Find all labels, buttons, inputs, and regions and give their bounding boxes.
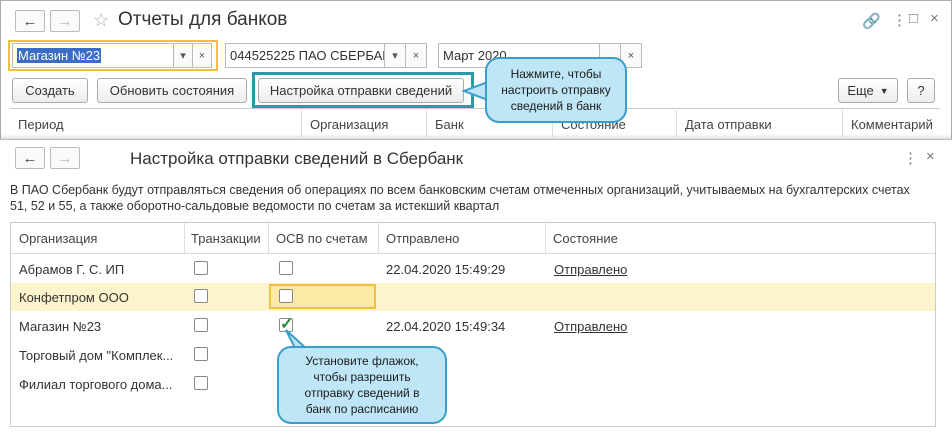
col-separator: [842, 110, 843, 137]
dialog-col-sent[interactable]: Отправлено: [386, 231, 459, 246]
main-col-organization[interactable]: Организация: [310, 117, 388, 132]
row-org: Конфетпром ООО: [19, 290, 129, 305]
page-title: Отчеты для банков: [118, 9, 288, 30]
row-org: Торговый дом "Комплек...: [19, 348, 174, 363]
more-button[interactable]: Еще ▼: [838, 78, 898, 103]
clear-icon: ×: [198, 49, 206, 62]
main-col-sent-date[interactable]: Дата отправки: [685, 117, 772, 132]
dialog-description: В ПАО Сбербанк будут отправляться сведен…: [10, 183, 910, 213]
dialog-back-button[interactable]: ←: [15, 147, 45, 169]
chevron-down-icon: ▾: [180, 50, 186, 62]
chevron-down-icon: ▾: [392, 50, 398, 62]
bank-filter-input[interactable]: 044525225 ПАО СБЕРБАНК: [225, 43, 385, 68]
dialog-col-osv[interactable]: ОСВ по счетам: [276, 231, 368, 246]
organization-filter-input[interactable]: Магазин №23: [12, 43, 174, 68]
row-sent: 22.04.2020 15:49:34: [386, 319, 506, 334]
bank-clear-button[interactable]: ×: [405, 43, 427, 68]
close-icon[interactable]: ×: [926, 148, 935, 165]
organization-filter-value: Магазин №23: [17, 48, 102, 63]
favorite-star-icon[interactable]: ☆: [93, 10, 109, 31]
row-org: Филиал торгового дома...: [19, 377, 173, 392]
transactions-checkbox[interactable]: [194, 289, 208, 303]
maximize-icon[interactable]: □: [909, 10, 918, 27]
bank-dropdown-button[interactable]: ▾: [384, 43, 406, 68]
kebab-menu-icon[interactable]: ⋮: [903, 149, 918, 167]
col-separator: [301, 110, 302, 137]
dialog-table-header-line: [11, 253, 935, 254]
more-button-label: Еще: [847, 83, 874, 98]
osv-checkbox[interactable]: [279, 261, 293, 275]
col-separator: [545, 223, 546, 253]
forward-button[interactable]: →: [50, 10, 80, 32]
table-row-selected[interactable]: [11, 283, 935, 311]
transactions-checkbox[interactable]: [194, 318, 208, 332]
dialog-forward-button[interactable]: →: [50, 147, 80, 169]
arrow-right-icon: →: [57, 12, 73, 30]
callout-top: Нажмите, чтобы настроить отправку сведен…: [485, 57, 627, 123]
osv-checkbox[interactable]: [279, 289, 293, 303]
row-org: Абрамов Г. С. ИП: [19, 262, 125, 277]
transactions-checkbox[interactable]: [194, 376, 208, 390]
send-settings-button[interactable]: Настройка отправки сведений: [258, 78, 464, 103]
row-status-link[interactable]: Отправлено: [554, 319, 627, 334]
refresh-status-button[interactable]: Обновить состояния: [97, 78, 247, 103]
dialog-title: Настройка отправки сведений в Сбербанк: [130, 149, 464, 168]
help-button[interactable]: ?: [907, 78, 935, 103]
main-col-bank[interactable]: Банк: [435, 117, 464, 132]
col-separator: [268, 223, 269, 253]
back-button[interactable]: ←: [15, 10, 45, 32]
close-icon[interactable]: ×: [930, 10, 939, 27]
create-button[interactable]: Создать: [12, 78, 88, 103]
dialog-col-status[interactable]: Состояние: [553, 231, 618, 246]
arrow-left-icon: ←: [22, 149, 38, 167]
dialog-col-organization[interactable]: Организация: [19, 231, 97, 246]
clear-icon: ×: [412, 49, 420, 62]
row-status-link[interactable]: Отправлено: [554, 262, 627, 277]
col-separator: [676, 110, 677, 137]
transactions-checkbox[interactable]: [194, 347, 208, 361]
col-separator: [378, 223, 379, 253]
main-col-period[interactable]: Период: [18, 117, 64, 132]
arrow-right-icon: →: [57, 149, 73, 167]
clear-icon: ×: [627, 49, 635, 62]
main-table-header: [10, 108, 940, 139]
organization-dropdown-button[interactable]: ▾: [173, 43, 193, 68]
bank-filter-value: 044525225 ПАО СБЕРБАНК: [230, 48, 385, 63]
col-separator: [184, 223, 185, 253]
row-sent: 22.04.2020 15:49:29: [386, 262, 506, 277]
dialog-col-transactions[interactable]: Транзакции: [191, 231, 261, 246]
row-org: Магазин №23: [19, 319, 102, 334]
link-icon[interactable]: 🔗: [862, 12, 881, 30]
kebab-menu-icon[interactable]: ⋮: [892, 11, 907, 29]
callout-bottom: Установите флажок, чтобы разрешить отпра…: [277, 346, 447, 424]
col-separator: [426, 110, 427, 137]
arrow-left-icon: ←: [22, 12, 38, 30]
transactions-checkbox[interactable]: [194, 261, 208, 275]
main-col-comment[interactable]: Комментарий: [851, 117, 933, 132]
organization-clear-button[interactable]: ×: [192, 43, 212, 68]
chevron-down-icon: ▼: [879, 85, 889, 96]
